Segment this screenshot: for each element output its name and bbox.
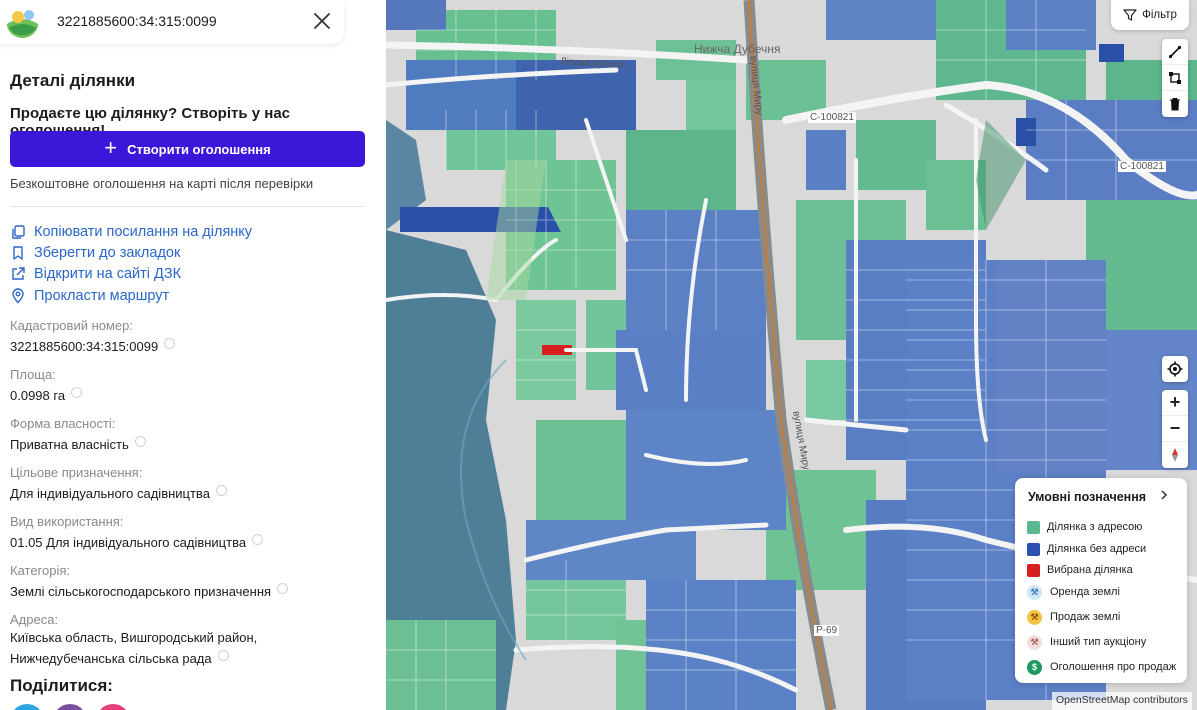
legend-panel: Умовні позначення Ділянка з адресою Діля… <box>1015 478 1187 683</box>
road-label: Р-69 <box>814 625 840 636</box>
polygon-tool-icon <box>1169 71 1181 84</box>
bookmark-action[interactable]: Зберегти до закладок <box>10 243 180 263</box>
divider <box>10 206 365 207</box>
filter-button[interactable]: Фільтр <box>1111 0 1189 30</box>
ownership-value: Приватна власність <box>10 434 146 455</box>
plus-icon: + <box>104 134 118 160</box>
route-action[interactable]: Прокласти маршрут <box>10 286 169 306</box>
info-icon[interactable] <box>217 650 229 661</box>
usage-label: Вид використання: <box>10 514 124 529</box>
close-icon[interactable] <box>311 10 333 32</box>
category-value: Землі сільськогосподарського призначення <box>10 581 289 602</box>
address-line-2: Нижчедубечанська сільська рада <box>10 648 229 669</box>
bookmark-label: Зберегти до закладок <box>34 245 181 261</box>
geolocate-button[interactable] <box>1162 356 1188 382</box>
zoom-out-button[interactable]: − <box>1162 416 1188 442</box>
legend-item: ⚒ Продаж землі <box>1027 609 1120 625</box>
line-tool-icon <box>1168 45 1182 58</box>
info-icon[interactable] <box>164 338 176 349</box>
route-label: Прокласти маршрут <box>34 288 170 304</box>
ownership-label: Форма власності: <box>10 416 116 431</box>
map-canvas[interactable]: Нижча Дубечня Лісова вулиця вулиця Миру … <box>386 0 1197 710</box>
place-label: Нижча Дубечня <box>694 42 781 56</box>
area-label: Площа: <box>10 367 56 382</box>
telegram-share-icon[interactable] <box>10 704 44 710</box>
compass-icon <box>1172 448 1178 462</box>
legend-item: Ділянка з адресою <box>1027 519 1142 535</box>
map-attribution[interactable]: OpenStreetMap contributors <box>1052 692 1192 710</box>
compass-button[interactable] <box>1162 442 1188 468</box>
copy-link-label: Копіювати посилання на ділянку <box>34 224 253 240</box>
filter-label: Фільтр <box>1142 9 1177 21</box>
target-icon <box>1167 361 1183 377</box>
delete-drawing-button[interactable] <box>1162 91 1188 117</box>
area-value: 0.0998 га <box>10 385 83 406</box>
open-dzk-action[interactable]: Відкрити на сайті ДЗК <box>10 264 181 284</box>
draw-polygon-button[interactable] <box>1162 65 1188 91</box>
create-listing-button[interactable]: + Створити оголошення <box>10 131 365 167</box>
free-listing-note: Безкоштовне оголошення на карті після пе… <box>10 176 314 191</box>
info-icon[interactable] <box>215 485 227 496</box>
bookmark-icon <box>13 246 23 260</box>
location-pin-icon <box>12 288 24 304</box>
usage-value: 01.05 Для індивідуального садівництва <box>10 532 264 553</box>
cadastral-number-label: Кадастровий номер: <box>10 318 133 333</box>
cadastral-number-value: 3221885600:34:315:0099 <box>10 336 176 357</box>
viber-share-icon[interactable] <box>53 704 87 710</box>
road-label: С-100821 <box>808 112 856 123</box>
auction-icon: ⚒ <box>1027 634 1042 650</box>
header-card: 3221885600:34:315:0099 <box>0 0 344 44</box>
details-panel: 3221885600:34:315:0099 Деталі ділянки Пр… <box>0 0 386 710</box>
instagram-share-icon[interactable] <box>96 704 130 710</box>
rent-icon: ⚒ <box>1027 584 1042 600</box>
copy-link-action[interactable]: Копіювати посилання на ділянку <box>10 222 252 242</box>
chevron-right-icon[interactable] <box>1157 488 1171 507</box>
trash-icon <box>1170 98 1180 111</box>
info-icon[interactable] <box>134 436 146 447</box>
category-label: Категорія: <box>10 563 71 578</box>
legend-swatch <box>1027 520 1040 534</box>
purpose-label: Цільове призначення: <box>10 465 143 480</box>
copy-icon <box>12 225 25 239</box>
draw-tools <box>1162 39 1188 117</box>
legend-item: ⚒ Інший тип аукціону <box>1027 634 1146 650</box>
draw-line-button[interactable] <box>1162 39 1188 65</box>
info-icon[interactable] <box>252 534 264 545</box>
info-icon[interactable] <box>277 583 289 594</box>
share-heading: Поділитися: <box>10 676 113 695</box>
info-icon[interactable] <box>71 387 83 398</box>
address-label: Адреса: <box>10 612 59 627</box>
cadastral-title: 3221885600:34:315:0099 <box>57 13 217 29</box>
address-line-1: Київська область, Вишгородський район, <box>10 630 258 645</box>
legend-swatch <box>1027 542 1040 556</box>
road-label: С-100821 <box>1118 161 1166 172</box>
filter-icon <box>1123 9 1137 21</box>
zoom-controls: + − <box>1162 390 1188 468</box>
legend-item: $ Оголошення про продаж <box>1027 659 1176 675</box>
logo-icon <box>6 6 39 39</box>
legend-item: ⚒ Оренда землі <box>1027 584 1120 600</box>
sale-icon: ⚒ <box>1027 609 1042 625</box>
purpose-value: Для індивідуального садівництва <box>10 483 227 504</box>
external-link-icon <box>12 267 25 280</box>
open-dzk-label: Відкрити на сайті ДЗК <box>34 266 182 282</box>
details-heading: Деталі ділянки <box>10 71 136 90</box>
create-listing-label: Створити оголошення <box>127 141 271 157</box>
legend-swatch <box>1027 563 1040 577</box>
legend-item: Ділянка без адреси <box>1027 541 1146 557</box>
zoom-in-button[interactable]: + <box>1162 390 1188 416</box>
legend-title: Умовні позначення <box>1028 490 1147 504</box>
legend-item: Вибрана ділянка <box>1027 562 1133 578</box>
dollar-icon: $ <box>1027 659 1042 675</box>
